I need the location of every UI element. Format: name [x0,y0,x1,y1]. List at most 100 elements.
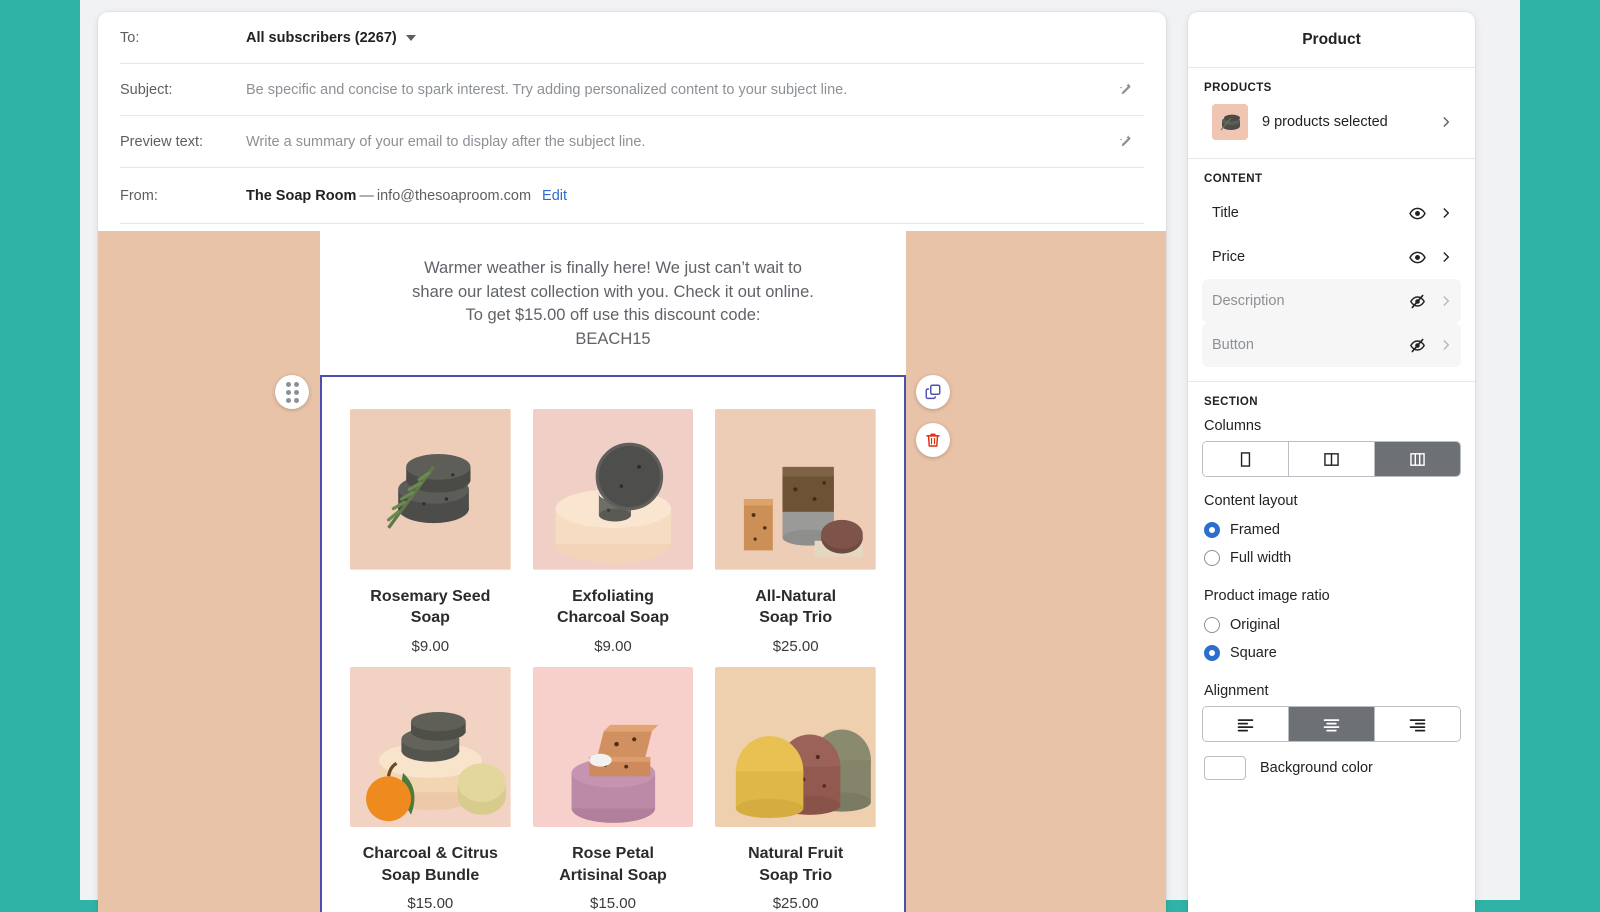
content-item-label: Price [1212,249,1400,265]
background-color-row: Background color [1202,750,1461,786]
from-separator: — [356,188,377,204]
product-cell[interactable]: Charcoal & Citrus Soap Bundle $15.00 [350,667,511,912]
compose-header: To: All subscribers (2267) Subject: Be s… [98,12,1166,224]
image-ratio-option-square[interactable]: Square [1202,639,1461,667]
from-value: The Soap Room — info@thesoaproom.com Edi… [246,188,567,204]
preview-text-magic-pencil-icon[interactable] [1110,127,1140,157]
subject-row: Subject: Be specific and concise to spar… [120,64,1144,116]
subject-input[interactable]: Be specific and concise to spark interes… [246,82,847,98]
radio-original[interactable] [1204,617,1220,633]
from-email: info@thesoaproom.com [377,188,531,204]
email-editor-card: To: All subscribers (2267) Subject: Be s… [98,12,1166,912]
radio-framed[interactable] [1204,522,1220,538]
product-title-line: Rosemary Seed [350,586,511,608]
product-section-selected[interactable]: Rosemary Seed Soap $9.00 [320,375,906,912]
product-title-line: Exfoliating [533,586,694,608]
duplicate-icon[interactable] [916,375,950,409]
background-color-label: Background color [1260,760,1373,776]
align-right-icon[interactable] [1375,707,1460,741]
content-layout-option-full-width[interactable]: Full width [1202,544,1461,572]
product-cell[interactable]: Rosemary Seed Soap $9.00 [350,409,511,667]
sidebar-title: Product [1188,12,1475,68]
three-column-icon[interactable] [1375,442,1460,476]
product-title-line: All-Natural [715,586,876,608]
intro-line-2: share our latest collection with you. Ch… [360,281,866,305]
content-item-label: Button [1212,337,1400,353]
section-settings: SECTION Columns Content layout Framed [1188,382,1475,800]
radio-full-width[interactable] [1204,550,1220,566]
eye-icon[interactable] [1408,204,1427,223]
columns-segmented-control [1202,441,1461,477]
product-title-line: Soap Trio [715,607,876,629]
email-canvas: Warmer weather is finally here! We just … [98,231,1166,912]
rosemary-seed-soap-image [350,409,511,570]
email-intro-text[interactable]: Warmer weather is finally here! We just … [320,231,906,361]
product-title-line: Soap [350,607,511,629]
from-edit-link[interactable]: Edit [542,188,567,204]
product-thumbnail [1212,104,1248,140]
content-item-title[interactable]: Title [1202,191,1461,235]
content-item-button[interactable]: Button [1202,323,1461,367]
product-title-line: Soap Trio [715,865,876,887]
products-section: PRODUCTS 9 products selected [1188,68,1475,159]
product-cell[interactable]: Rose Petal Artisinal Soap $15.00 [533,667,694,912]
eye-off-icon[interactable] [1408,336,1427,355]
product-price: $15.00 [350,895,511,912]
content-layout-label: Content layout [1202,489,1461,516]
to-value: All subscribers (2267) [246,30,397,46]
product-title-line: Charcoal Soap [533,607,694,629]
radio-square[interactable] [1204,645,1220,661]
one-column-icon[interactable] [1203,442,1289,476]
to-recipient-select[interactable]: All subscribers (2267) [246,30,416,46]
product-price: $25.00 [715,895,876,912]
product-price: $25.00 [715,638,876,655]
subject-label: Subject: [120,82,246,98]
app-background: To: All subscribers (2267) Subject: Be s… [80,0,1520,900]
product-price: $15.00 [533,895,694,912]
eye-off-icon[interactable] [1408,292,1427,311]
content-section: CONTENT Title Price [1188,159,1475,382]
exfoliating-charcoal-soap-image [533,409,694,570]
chevron-right-icon [1439,294,1453,308]
image-ratio-option-label: Square [1230,645,1277,661]
product-cell[interactable]: All-Natural Soap Trio $25.00 [715,409,876,667]
chevron-right-icon [1439,338,1453,352]
product-cell[interactable]: Natural Fruit Soap Trio $25.00 [715,667,876,912]
product-title: Natural Fruit Soap Trio [715,843,876,886]
products-selected-row[interactable]: 9 products selected [1202,100,1461,144]
content-layout-option-label: Full width [1230,550,1291,566]
product-cell[interactable]: Exfoliating Charcoal Soap $9.00 [533,409,694,667]
columns-label: Columns [1202,414,1461,441]
trash-icon[interactable] [916,423,950,457]
subject-magic-pencil-icon[interactable] [1110,75,1140,105]
rose-petal-artisinal-soap-image [533,667,694,828]
natural-fruit-soap-trio-image [715,667,876,828]
two-column-icon[interactable] [1289,442,1375,476]
align-left-icon[interactable] [1203,707,1289,741]
content-item-description[interactable]: Description [1202,279,1461,323]
align-center-icon[interactable] [1289,707,1375,741]
drag-handle-icon[interactable] [275,375,309,409]
product-price: $9.00 [350,638,511,655]
intro-line-4: BEACH15 [360,328,866,352]
product-title: Rose Petal Artisinal Soap [533,843,694,886]
from-brand: The Soap Room [246,188,356,204]
eye-icon[interactable] [1408,248,1427,267]
chevron-down-icon [406,35,416,41]
product-title: Rosemary Seed Soap [350,586,511,629]
background-color-swatch[interactable] [1204,756,1246,780]
products-selected-label: 9 products selected [1262,114,1427,130]
from-row: From: The Soap Room — info@thesoaproom.c… [120,168,1144,224]
content-layout-option-framed[interactable]: Framed [1202,516,1461,544]
chevron-right-icon [1439,250,1453,264]
alignment-segmented-control [1202,706,1461,742]
product-title-line: Natural Fruit [715,843,876,865]
product-price: $9.00 [533,638,694,655]
preview-text-label: Preview text: [120,134,246,150]
product-image-ratio-label: Product image ratio [1202,584,1461,611]
content-item-label: Title [1212,205,1400,221]
intro-line-1: Warmer weather is finally here! We just … [360,257,866,281]
preview-text-input[interactable]: Write a summary of your email to display… [246,134,645,150]
image-ratio-option-original[interactable]: Original [1202,611,1461,639]
content-item-price[interactable]: Price [1202,235,1461,279]
